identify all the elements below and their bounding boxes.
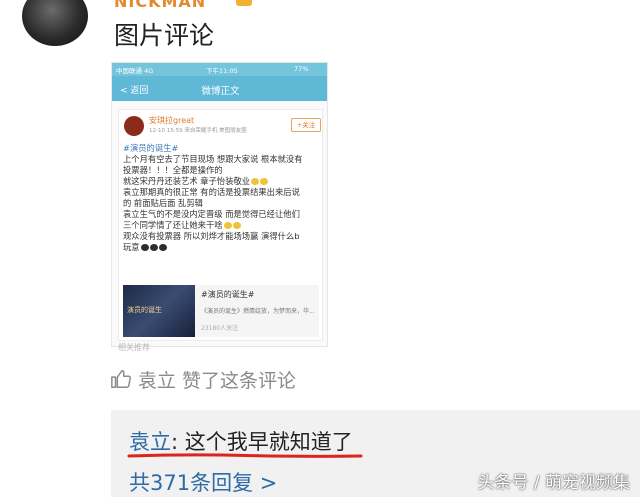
time-label: 下午11:05 [206,67,238,75]
post-meta: 12-10 15:59 来自荣耀手机 美图朋友圈 [149,128,247,134]
post-line: 的 前面贴后面 乱剪辑 [123,198,203,208]
topic-card: 演员的诞生 #演员的诞生# 《演员的诞生》燃情绽放，为梦而来，华... 2318… [123,285,319,337]
post-author: 安琪拉great [149,116,195,125]
topic-title: #演员的诞生# [201,290,255,299]
emoji-icon [251,178,260,185]
emoji-icon [140,244,149,251]
battery-label: 77% [294,65,309,73]
comment-text: 图片评论 [114,21,215,50]
emoji-icon [260,178,269,185]
like-text: 袁立 赞了这条评论 [138,370,297,392]
username[interactable]: NICKMAN [114,0,206,11]
follow-button: +关注 [291,118,321,132]
post-line: 玩意 [123,242,321,253]
topic-image-text: 演员的诞生 [127,306,162,314]
thumbs-up-icon[interactable] [110,368,132,390]
post-line: 就这宋丹丹还装艺术 章子怡装敬业 [123,176,321,187]
reply-author-link[interactable]: 袁立 [129,430,171,454]
post-body: #演员的诞生# 上个月有空去了节目现场 想跟大家说 根本就没有 投票器！！！全都… [123,143,321,253]
avatar[interactable] [22,0,88,46]
comment-image[interactable]: 中国联通 4G 下午11:05 77% < 返回 微博正文 安琪拉great 1… [111,62,328,347]
phone-nav-bar: < 返回 微博正文 [112,76,327,101]
watermark: 头条号 / 萌宠视频集 [477,473,630,493]
post-line: 观众没有投票器 所以刘烨才能场场赢 演得什么b [123,231,300,241]
vip-badge-icon [236,0,252,6]
post-line: 袁立生气的不是没内定晋级 而是觉得已经让他们 [123,209,300,219]
post-line: 三个同学情了还让她来干啥 [123,220,321,231]
emoji-icon [232,222,241,229]
emoji-icon [223,222,232,229]
view-replies-link[interactable]: 共371条回复 > [129,467,277,497]
weibo-post-card: 安琪拉great 12-10 15:59 来自荣耀手机 美图朋友圈 +关注 #演… [118,109,323,341]
emoji-icon [149,244,158,251]
post-line: 上个月有空去了节目现场 想跟大家说 根本就没有 [123,154,303,164]
post-hashtag: #演员的诞生# [123,143,179,153]
topic-desc: 《演员的诞生》燃情绽放，为梦而来，华... [201,308,315,315]
topic-image: 演员的诞生 [123,285,195,337]
post-line: 投票器！！！全都是操作的 [123,165,223,175]
related-recommend-label: 相关推荐 [118,343,150,352]
phone-status-bar: 中国联通 4G 下午11:05 77% [112,63,327,76]
red-underline [127,453,363,458]
nav-title: 微博正文 [201,86,240,97]
emoji-icon [158,244,167,251]
post-line: 袁立那期真的很正常 有的话是投票结果出来后说 [123,187,300,197]
post-avatar [124,116,144,136]
reply-text: 这个我早就知道了 [178,430,353,454]
carrier-label: 中国联通 4G [116,67,154,75]
topic-count: 23180人关注 [201,325,239,332]
